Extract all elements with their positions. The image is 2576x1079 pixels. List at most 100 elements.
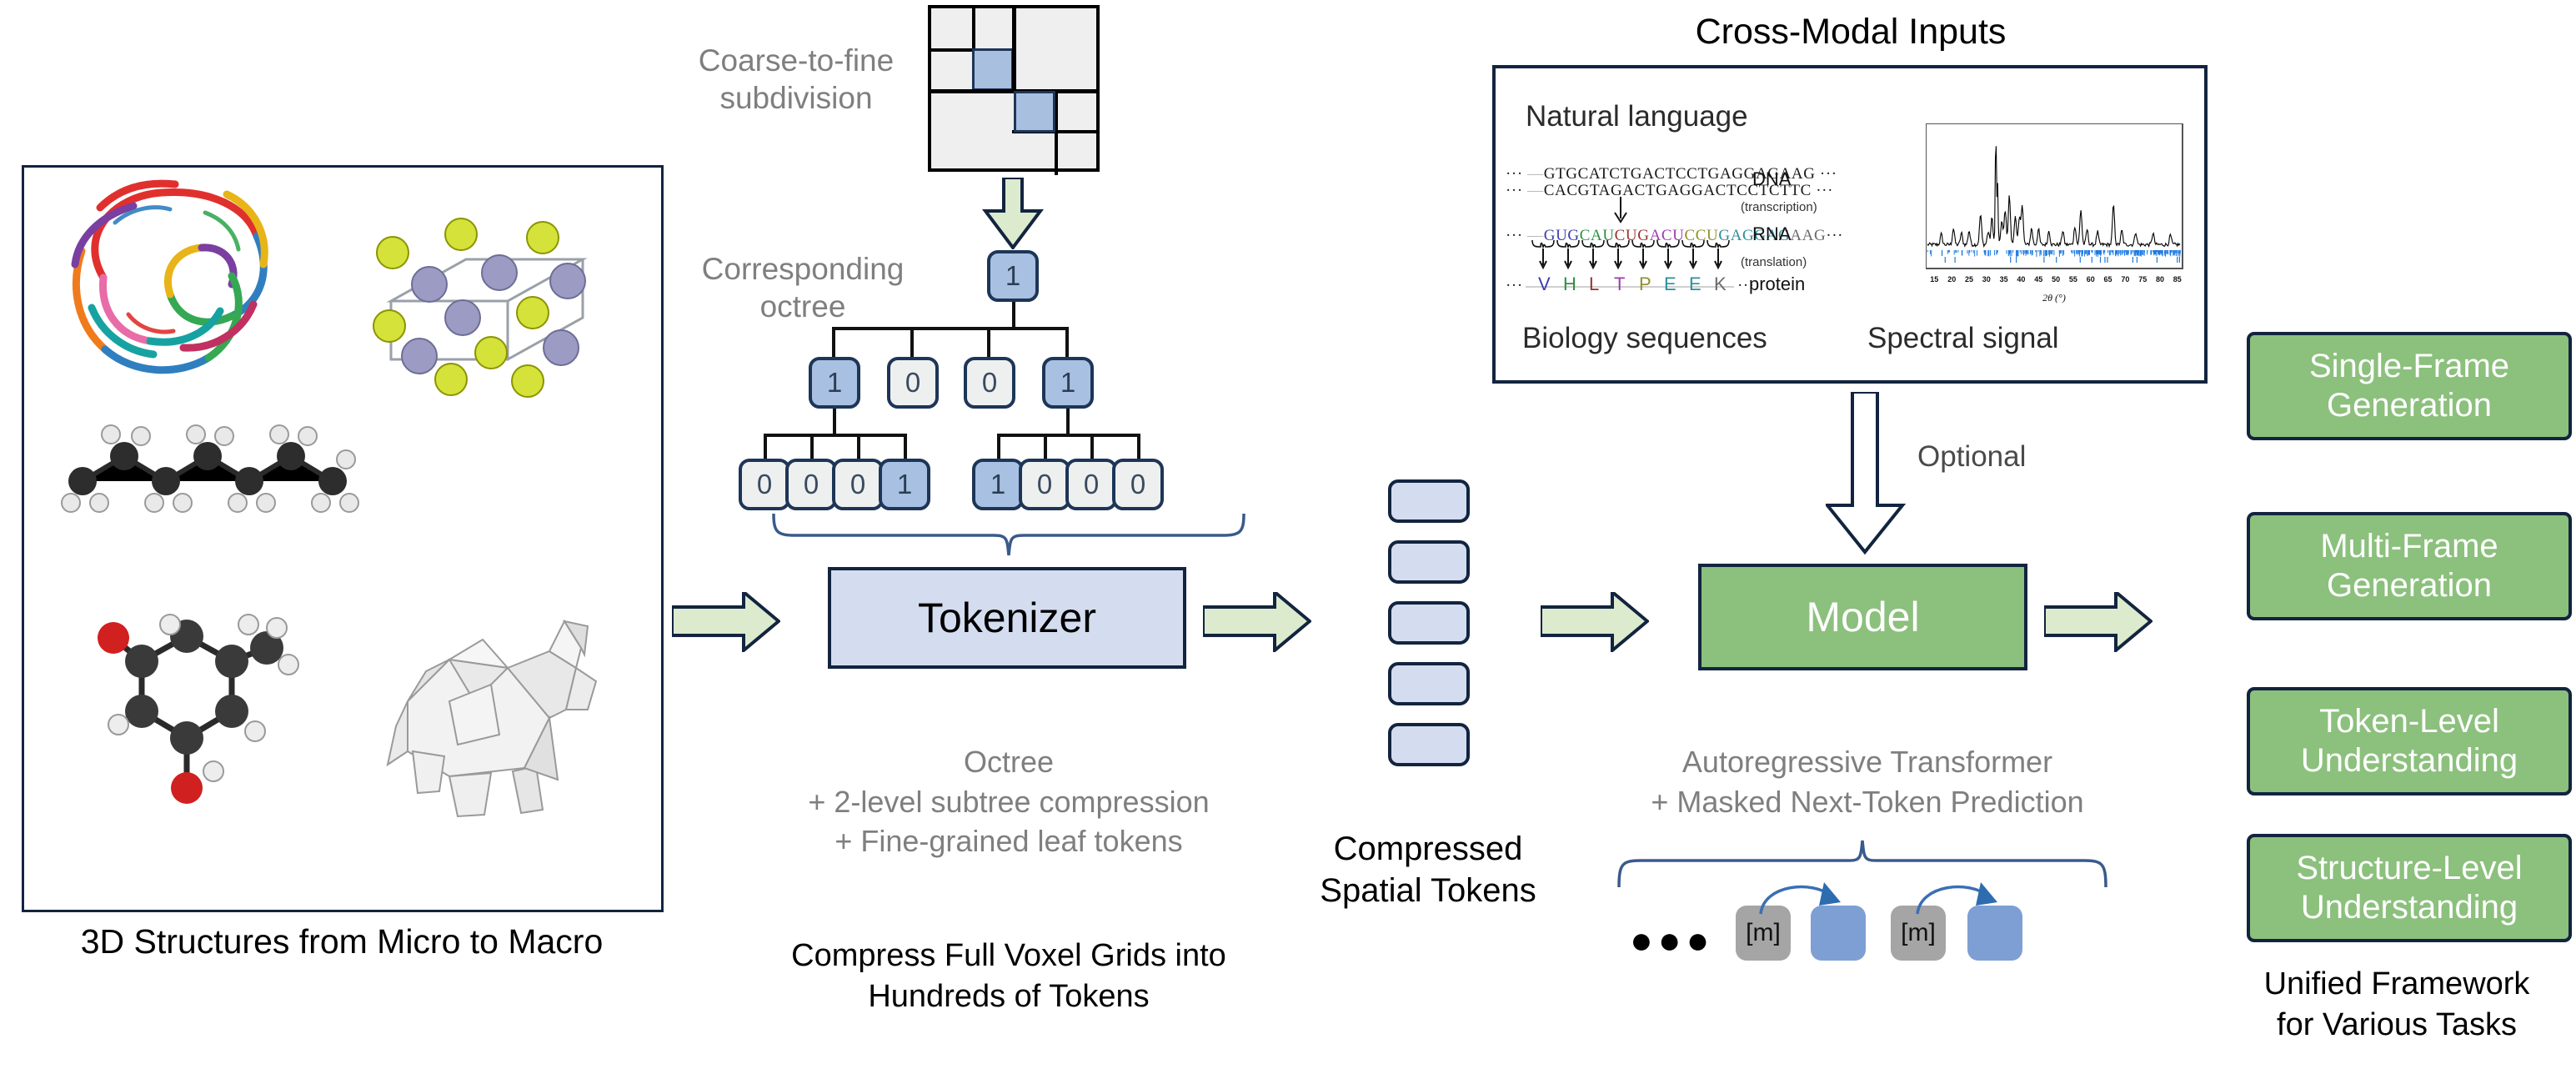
protein-leading-ellipsis: ···	[1506, 277, 1523, 294]
model-subtitle: Autoregressive Transformer + Masked Next…	[1617, 742, 2117, 821]
tokenizer-caption-line-1: Compress Full Voxel Grids into	[791, 938, 1226, 973]
optional-input-arrow	[1826, 392, 1906, 555]
compressed-token-1	[1388, 540, 1470, 584]
svg-text:45: 45	[2034, 275, 2042, 284]
octree-node-l3-5: 0	[1019, 459, 1070, 510]
svg-text:35: 35	[2000, 275, 2008, 284]
svg-text:70: 70	[2121, 275, 2129, 284]
structures-to-tokenizer-arrow	[672, 592, 780, 652]
subdivision-to-octree-arrow	[982, 178, 1044, 249]
svg-text:75: 75	[2138, 275, 2147, 284]
octree-node-l3-2: 0	[832, 459, 884, 510]
transcription-arrow-icon	[1614, 197, 1627, 223]
svg-text:50: 50	[2052, 275, 2060, 284]
task-structure-level-understanding[interactable]: Structure-Level Understanding	[2247, 834, 2572, 942]
tokens-to-model-arrow	[1541, 592, 1649, 652]
protein-residue-5: E	[1664, 274, 1676, 294]
task-0-line-2: Generation	[2327, 387, 2492, 424]
structures-illustrations	[61, 179, 598, 818]
svg-text:40: 40	[2017, 275, 2025, 284]
model-sub-line-1: Autoregressive Transformer	[1681, 745, 2053, 779]
central-dogma-figure: ··· —GTGCATCTGACTCCTGAGGAGAAG ··· ··· —C…	[1506, 163, 1881, 314]
optional-label: Optional	[1917, 440, 2027, 473]
svg-text:25: 25	[1965, 275, 1973, 284]
octree-diagram: 1 1 0 0 1 0 0 0 1 1 0 0 0	[739, 250, 1334, 525]
compressed-caption-line-1: Compressed	[1333, 831, 1523, 867]
xrd-plot: 15 20 25 30 35 40 45 50 55 60 65 70 75 80 85 2θ (°)	[1925, 123, 2183, 304]
xrd-spectral-chart: 15 20 25 30 35 40 45 50 55 60 65 70 75 80 85 2θ (°)	[1925, 123, 2193, 312]
dna-leading-ellipsis: ···	[1506, 165, 1523, 183]
compressed-token-4	[1388, 723, 1470, 766]
tokenizer-to-tokens-arrow	[1203, 592, 1311, 652]
tokenizer-caption-line-2: Hundreds of Tokens	[868, 979, 1150, 1015]
protein-residue-2: L	[1589, 274, 1600, 294]
svg-text:80: 80	[2156, 275, 2164, 284]
protein-sequence: ··· V H L T P E E K ···	[1506, 274, 1756, 297]
protein-residue-7: K	[1714, 274, 1727, 294]
task-3-line-2: Understanding	[2300, 889, 2518, 926]
next-token-prediction-arrow-1	[1916, 882, 1997, 915]
tokenizer-box[interactable]: Tokenizer	[828, 567, 1186, 669]
tasks-caption-line-1: Unified Framework	[2263, 966, 2530, 1001]
sequence-leading-dots: ●●●	[1630, 918, 1715, 961]
low-poly-dog-mesh	[386, 619, 598, 818]
svg-text:65: 65	[2103, 275, 2112, 284]
task-token-level-understanding[interactable]: Token-Level Understanding	[2247, 687, 2572, 795]
natural-language-label: Natural language	[1526, 100, 1748, 133]
organic-molecule-ball-and-stick	[98, 614, 299, 804]
protein-residue-6: E	[1689, 274, 1701, 294]
task-1-line-1: Multi-Frame	[2320, 527, 2498, 565]
tokenizer-subtitle: Octree + 2-level subtree compression + F…	[784, 742, 1234, 861]
task-single-frame-generation[interactable]: Single-Frame Generation	[2247, 332, 2572, 440]
octree-to-tokenizer-brace	[772, 513, 1245, 556]
structures-panel-caption: 3D Structures from Micro to Macro	[80, 922, 604, 961]
biology-sequences-label: Biology sequences	[1522, 322, 1767, 354]
compressed-token-3	[1388, 662, 1470, 705]
task-multi-frame-generation[interactable]: Multi-Frame Generation	[2247, 512, 2572, 620]
compressed-caption-line-2: Spatial Tokens	[1320, 872, 1536, 910]
protein-residue-3: T	[1614, 274, 1626, 294]
model-sub-line-2: + Masked Next-Token Prediction	[1651, 784, 2084, 819]
svg-text:15: 15	[1930, 275, 1938, 284]
dna-label: DNA	[1752, 168, 1792, 189]
dna-leading-ellipsis-2: ···	[1506, 182, 1523, 199]
xrd-xaxis-label: 2θ (°)	[2042, 292, 2066, 304]
dna-trailing-ellipsis-2: ···	[1816, 182, 1834, 199]
protein-label: protein	[1749, 274, 1806, 294]
coarse-to-fine-label: Coarse-to-fine subdivision	[698, 43, 895, 116]
transcription-label: (transcription)	[1741, 200, 1817, 214]
octree-node-l3-6: 0	[1065, 459, 1117, 510]
next-token-prediction-arrow-0	[1759, 882, 1841, 915]
task-1-line-2: Generation	[2327, 567, 2492, 604]
coarse-to-fine-quadtree	[928, 5, 1100, 175]
tasks-caption-line-2: for Various Tasks	[2277, 1007, 2517, 1043]
rna-trailing-ellipsis: ···	[1826, 227, 1844, 244]
octree-node-l3-7: 0	[1112, 459, 1164, 510]
rna-leading-ellipsis: ···	[1506, 227, 1523, 244]
tokenizer-sub-line-1: Octree	[963, 745, 1055, 779]
octree-node-l3-1: 0	[785, 459, 837, 510]
protein-ribbon-structure	[71, 179, 268, 374]
octree-node-l3-4: 1	[972, 459, 1024, 510]
svg-text:30: 30	[1982, 275, 1991, 284]
tokenizer-caption: Compress Full Voxel Grids into Hundreds …	[750, 936, 1267, 1018]
octree-node-l2-0: 1	[809, 357, 860, 409]
task-0-line-1: Single-Frame	[2308, 347, 2510, 384]
tasks-caption: Unified Framework for Various Tasks	[2218, 964, 2576, 1046]
svg-text:85: 85	[2173, 275, 2182, 284]
cross-modal-title: Cross-Modal Inputs	[1695, 12, 2007, 52]
crystal-lattice-structure	[373, 218, 588, 398]
structures-panel	[22, 165, 664, 912]
spectral-signal-label: Spectral signal	[1867, 322, 2059, 354]
octree-node-l2-2: 0	[964, 357, 1015, 409]
dna-trailing-ellipsis: ···	[1819, 165, 1837, 183]
octree-node-l2-3: 1	[1042, 357, 1094, 409]
compressed-tokens-caption: Compressed Spatial Tokens	[1291, 828, 1566, 912]
svg-text:55: 55	[2069, 275, 2077, 284]
model-to-tasks-arrow	[2044, 592, 2153, 652]
protein-residue-1: H	[1563, 274, 1576, 294]
model-box[interactable]: Model	[1698, 564, 2027, 670]
svg-text:20: 20	[1947, 275, 1956, 284]
compressed-token-2	[1388, 601, 1470, 645]
rna-codon-7: AAG	[1790, 227, 1827, 244]
